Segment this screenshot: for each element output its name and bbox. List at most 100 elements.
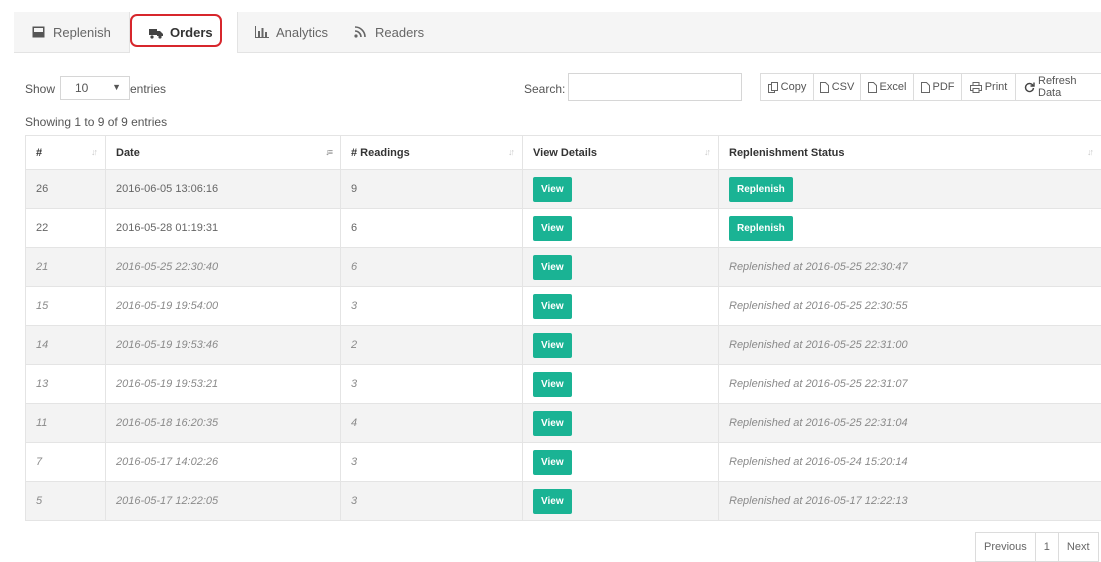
cell-id: 15 [26,287,106,326]
refresh-label: Refresh Data [1038,75,1101,99]
view-button[interactable]: View [533,450,572,475]
replenish-button[interactable]: Replenish [729,216,793,241]
refresh-data-button[interactable]: Refresh Data [1015,73,1101,101]
table-row: 5 2016-05-17 12:22:05 3 View Replenished… [26,482,1101,521]
replenish-button[interactable]: Replenish [729,177,793,202]
sort-icon: ↓↑ [508,147,513,157]
table-info: Showing 1 to 9 of 9 entries [25,115,167,129]
orders-table: # ↓↑ Date↓≡ # Readings ↓↑ View Details↓↑ R… [25,135,1101,521]
table-row: 26 2016-06-05 13:06:16 9 View Replenish [26,170,1101,209]
column-header-replenishment-status[interactable]: Replenishment Status↓↑ [719,136,1101,170]
pdf-label: PDF [933,81,955,93]
table-row: 7 2016-05-17 14:02:26 3 View Replenished… [26,443,1101,482]
cell-id: 13 [26,365,106,404]
csv-button[interactable]: CSV [813,73,861,101]
view-button[interactable]: View [533,333,572,358]
cell-date: 2016-05-19 19:54:00 [106,287,341,326]
print-button[interactable]: Print [961,73,1016,101]
view-button[interactable]: View [533,216,572,241]
column-header-readings[interactable]: # Readings ↓↑ [341,136,523,170]
cell-status: Replenish [719,170,1101,209]
table-row: 15 2016-05-19 19:54:00 3 View Replenishe… [26,287,1101,326]
copy-button[interactable]: Copy [760,73,814,101]
column-header-label: Date [116,147,140,159]
tab-readers[interactable]: Readers [354,12,424,52]
view-button[interactable]: View [533,255,572,280]
file-pdf-icon [921,82,930,93]
copy-icon [768,82,778,93]
column-header-date[interactable]: Date↓≡ [106,136,341,170]
caret-down-icon: ▼ [112,82,121,92]
cell-date: 2016-05-25 22:30:40 [106,248,341,287]
column-header-label: View Details [533,147,597,159]
cell-readings: 3 [341,482,523,521]
cell-status: Replenished at 2016-05-25 22:31:07 [719,365,1101,404]
print-icon [970,82,982,93]
column-header-label: Replenishment Status [729,147,845,159]
table-row: 11 2016-05-18 16:20:35 4 View Replenishe… [26,404,1101,443]
print-label: Print [985,81,1008,93]
cell-status: Replenished at 2016-05-25 22:31:04 [719,404,1101,443]
view-button[interactable]: View [533,372,572,397]
refresh-icon [1024,82,1035,93]
tab-bar: Replenish Orders Analytics Readers [14,12,1101,53]
rss-icon [354,26,368,38]
cell-id: 21 [26,248,106,287]
column-header-view-details[interactable]: View Details↓↑ [523,136,719,170]
previous-button[interactable]: Previous [975,532,1036,562]
cell-date: 2016-05-18 16:20:35 [106,404,341,443]
table-row: 22 2016-05-28 01:19:31 6 View Replenish [26,209,1101,248]
csv-label: CSV [832,81,855,93]
cell-date: 2016-05-17 14:02:26 [106,443,341,482]
cell-view-details: View [523,287,719,326]
tab-orders[interactable]: Orders [129,12,238,53]
tab-replenish[interactable]: Replenish [32,12,111,52]
tab-analytics[interactable]: Analytics [255,12,328,52]
column-header-id[interactable]: # ↓↑ [26,136,106,170]
pdf-button[interactable]: PDF [913,73,962,101]
cell-id: 14 [26,326,106,365]
cell-view-details: View [523,248,719,287]
entries-label: entries [130,82,166,96]
pagination: Previous 1 Next [976,532,1099,562]
column-header-label: # Readings [351,147,410,159]
cell-readings: 4 [341,404,523,443]
excel-button[interactable]: Excel [860,73,914,101]
truck-icon [149,27,163,39]
show-label: Show [25,82,55,96]
table-row: 13 2016-05-19 19:53:21 3 View Replenishe… [26,365,1101,404]
inbox-tray-icon [32,26,46,38]
view-button[interactable]: View [533,411,572,436]
file-icon [820,82,829,93]
cell-date: 2016-05-19 19:53:46 [106,326,341,365]
cell-date: 2016-05-17 12:22:05 [106,482,341,521]
tab-label: Replenish [53,25,111,40]
sort-icon: ↓↑ [91,147,96,157]
table-row: 14 2016-05-19 19:53:46 2 View Replenishe… [26,326,1101,365]
cell-status: Replenished at 2016-05-25 22:31:00 [719,326,1101,365]
excel-label: Excel [880,81,907,93]
page-length-value: 10 [75,81,88,95]
search-input[interactable] [568,73,742,101]
copy-label: Copy [781,81,807,93]
cell-id: 26 [26,170,106,209]
column-header-label: # [36,147,42,159]
view-button[interactable]: View [533,177,572,202]
cell-id: 7 [26,443,106,482]
page-length-select[interactable]: 10 ▼ [60,76,130,100]
next-button[interactable]: Next [1058,532,1099,562]
cell-date: 2016-05-28 01:19:31 [106,209,341,248]
cell-readings: 3 [341,365,523,404]
tab-label: Analytics [276,25,328,40]
view-button[interactable]: View [533,294,572,319]
cell-status: Replenished at 2016-05-24 15:20:14 [719,443,1101,482]
cell-readings: 3 [341,443,523,482]
cell-readings: 2 [341,326,523,365]
cell-readings: 6 [341,248,523,287]
page-1-button[interactable]: 1 [1035,532,1059,562]
cell-view-details: View [523,404,719,443]
cell-view-details: View [523,326,719,365]
cell-id: 5 [26,482,106,521]
cell-readings: 9 [341,170,523,209]
view-button[interactable]: View [533,489,572,514]
